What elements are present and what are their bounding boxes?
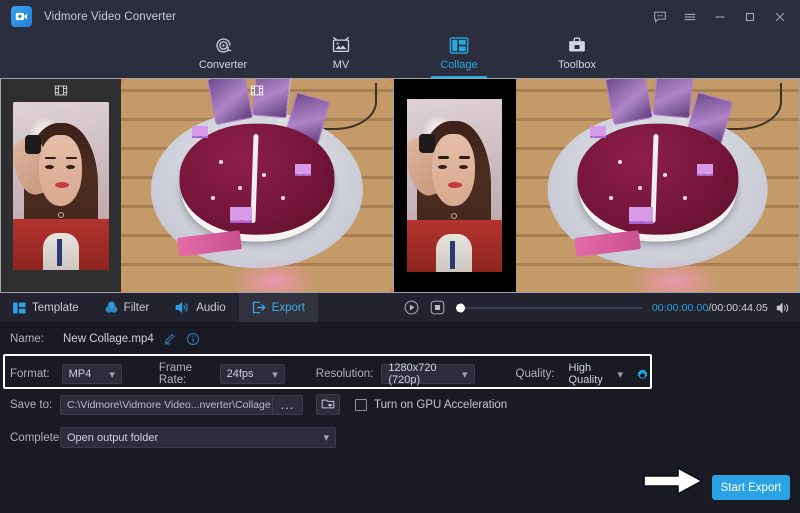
- right-arrow-annotation: [642, 466, 704, 501]
- chevron-down-icon: ▾: [109, 368, 115, 381]
- close-icon[interactable]: [766, 3, 794, 31]
- nav-label-converter: Converter: [198, 59, 248, 71]
- audio-icon: [175, 301, 190, 314]
- nav-item-converter[interactable]: Converter: [183, 33, 263, 78]
- nav-label-mv: MV: [332, 59, 350, 71]
- playback-controls: 00:00:00.00/00:00:44.05: [393, 293, 800, 322]
- start-export-button[interactable]: Start Export: [712, 475, 790, 500]
- nav-label-toolbox: Toolbox: [558, 59, 596, 71]
- workspace: [0, 78, 800, 293]
- output-path-value: C:\Vidmore\Vidmore Video...nverter\Colla…: [67, 398, 272, 411]
- save-to-label: Save to:: [10, 398, 53, 411]
- chevron-down-icon: ▾: [272, 368, 278, 381]
- info-icon[interactable]: [186, 332, 200, 346]
- gpu-acceleration-toggle[interactable]: Turn on GPU Acceleration: [355, 398, 508, 411]
- format-label: Format:: [10, 368, 50, 380]
- tab-label-export: Export: [271, 301, 305, 314]
- filter-icon: [105, 301, 118, 314]
- seek-bar[interactable]: [456, 303, 642, 312]
- export-icon: [252, 301, 266, 314]
- output-name-row: Name: New Collage.mp4: [10, 332, 200, 346]
- main-navigation: Converter MV Collage Toolbox: [0, 33, 800, 78]
- maximize-icon[interactable]: [736, 3, 764, 31]
- play-icon[interactable]: [401, 298, 421, 318]
- pencil-icon[interactable]: [163, 332, 177, 346]
- preview-media-left: [394, 79, 514, 292]
- on-complete-row: Complete: Open output folder ▾: [10, 427, 336, 448]
- preview-player: [393, 78, 800, 293]
- volume-icon[interactable]: [776, 301, 792, 315]
- window-controls: [646, 0, 794, 33]
- preview-media-right: [514, 79, 799, 292]
- collage-media-left: [13, 101, 109, 270]
- format-select[interactable]: MP4 ▾: [61, 364, 122, 384]
- output-path-field[interactable]: C:\Vidmore\Vidmore Video...nverter\Colla…: [60, 394, 303, 415]
- nav-label-collage: Collage: [440, 59, 478, 71]
- complete-action-select[interactable]: Open output folder ▾: [60, 427, 336, 448]
- template-icon: [13, 301, 26, 314]
- format-value: MP4: [68, 368, 92, 380]
- film-strip-icon[interactable]: [250, 83, 264, 101]
- chevron-down-icon: ▾: [617, 368, 623, 381]
- gpu-label: Turn on GPU Acceleration: [374, 398, 508, 411]
- format-settings-row: Format: MP4 ▾ Frame Rate: 24fps ▾ Resolu…: [10, 362, 650, 386]
- quality-select[interactable]: High Quality ▾: [563, 362, 629, 386]
- gear-icon[interactable]: [635, 367, 650, 382]
- open-folder-button[interactable]: [316, 394, 340, 415]
- converter-icon: [214, 34, 233, 56]
- resolution-select[interactable]: 1280x720 (720p) ▾: [381, 362, 475, 386]
- collage-icon: [449, 34, 469, 56]
- toolbox-icon: [567, 34, 587, 56]
- resolution-label: Resolution:: [315, 368, 374, 380]
- speech-bubble-icon[interactable]: [646, 3, 674, 31]
- collage-cell-left[interactable]: [1, 79, 121, 292]
- quality-label: Quality:: [515, 368, 555, 380]
- nav-item-collage[interactable]: Collage: [419, 33, 499, 78]
- total-time: 00:00:44.05: [711, 301, 768, 314]
- seek-handle[interactable]: [456, 303, 465, 312]
- mv-icon: [331, 34, 351, 56]
- tab-filter[interactable]: Filter: [92, 293, 163, 322]
- gpu-checkbox[interactable]: [355, 398, 367, 411]
- hamburger-menu-icon[interactable]: [676, 3, 704, 31]
- chevron-down-icon: ▾: [462, 368, 468, 381]
- framerate-label: Frame Rate:: [158, 362, 193, 386]
- browse-button[interactable]: ...: [272, 395, 302, 414]
- app-logo-icon: [11, 6, 32, 27]
- save-location-row: Save to: C:\Vidmore\Vidmore Video...nver…: [10, 394, 507, 415]
- collage-canvas[interactable]: [0, 78, 393, 293]
- application-window: Vidmore Video Converter Converter MV Col…: [0, 0, 800, 513]
- time-display: 00:00:00.00/00:00:44.05: [652, 302, 768, 314]
- complete-label: Complete:: [10, 431, 63, 444]
- tab-template[interactable]: Template: [0, 293, 92, 322]
- quality-value: High Quality: [568, 362, 603, 386]
- tab-label-audio: Audio: [196, 301, 226, 314]
- complete-value: Open output folder: [67, 431, 159, 444]
- film-strip-icon[interactable]: [54, 83, 68, 101]
- title-bar: Vidmore Video Converter: [0, 0, 800, 33]
- tab-label-template: Template: [32, 301, 79, 314]
- resolution-value: 1280x720 (720p): [388, 362, 437, 386]
- export-settings-panel: Name: New Collage.mp4 Format: MP4 ▾ Fram…: [0, 322, 800, 513]
- editor-tabs: Template Filter Audio Export: [0, 293, 393, 322]
- chevron-down-icon: ▾: [323, 432, 329, 444]
- folder-icon: [321, 397, 335, 413]
- minimize-icon[interactable]: [706, 3, 734, 31]
- current-time: 00:00:00.00: [651, 301, 709, 314]
- tab-audio[interactable]: Audio: [162, 293, 238, 322]
- framerate-value: 24fps: [226, 368, 254, 380]
- name-value: New Collage.mp4: [63, 333, 154, 345]
- nav-item-toolbox[interactable]: Toolbox: [537, 33, 617, 78]
- nav-item-mv[interactable]: MV: [301, 33, 381, 78]
- stop-icon[interactable]: [427, 298, 447, 318]
- collage-cell-right[interactable]: [121, 79, 393, 292]
- framerate-select[interactable]: 24fps ▾: [219, 364, 285, 384]
- name-label: Name:: [10, 333, 44, 345]
- app-title: Vidmore Video Converter: [44, 10, 177, 23]
- tab-export[interactable]: Export: [238, 293, 318, 322]
- tab-label-filter: Filter: [123, 301, 150, 314]
